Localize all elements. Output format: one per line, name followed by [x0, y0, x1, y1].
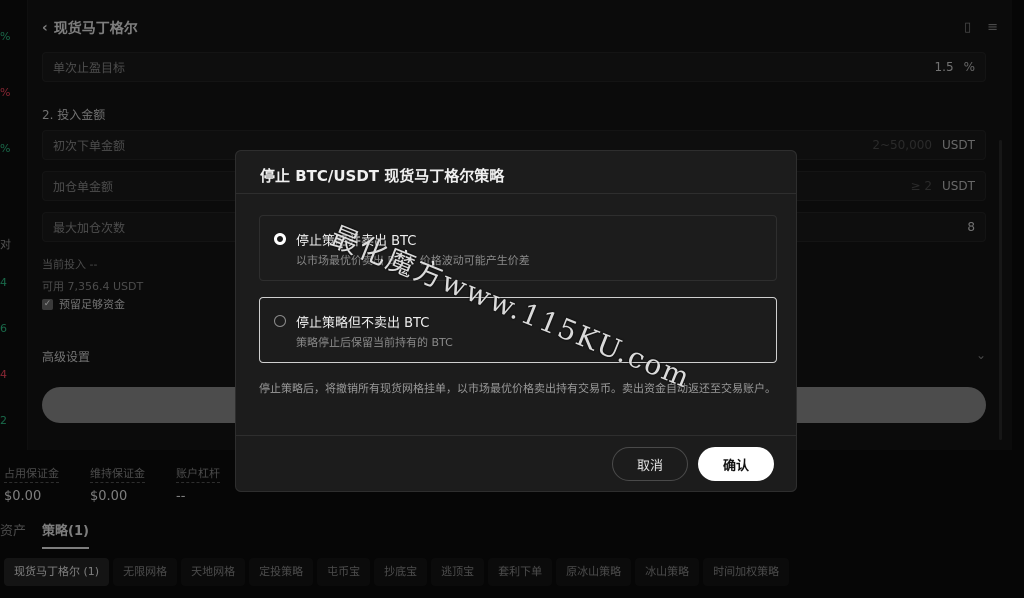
dialog-title: 停止 BTC/USDT 现货马丁格尔策略 — [260, 167, 505, 185]
option-title: 停止策略但不卖出 BTC — [296, 316, 430, 331]
divider — [236, 435, 796, 436]
radio-unselected-icon[interactable] — [274, 315, 286, 327]
option-desc: 策略停止后保留当前持有的 BTC — [296, 336, 453, 349]
divider — [236, 193, 796, 194]
cancel-button[interactable]: 取消 — [612, 447, 688, 481]
confirm-button[interactable]: 确认 — [698, 447, 774, 481]
dialog-note: 停止策略后，将撤销所有现货网格挂单，以市场最优价格卖出持有交易币。卖出资金自动返… — [259, 382, 776, 395]
radio-selected-icon[interactable] — [274, 233, 286, 245]
